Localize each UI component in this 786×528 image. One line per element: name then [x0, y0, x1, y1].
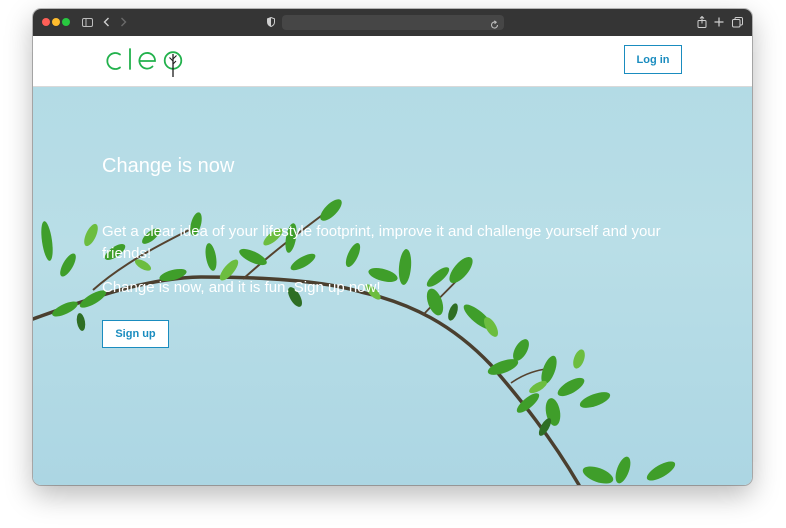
- signup-button[interactable]: Sign up: [102, 320, 169, 348]
- new-tab-icon[interactable]: [713, 14, 725, 30]
- login-button[interactable]: Log in: [624, 45, 682, 74]
- hero-description: Get a clear idea of your lifestyle footp…: [102, 223, 661, 262]
- cleo-logo[interactable]: cleo: [105, 46, 189, 78]
- browser-toolbar: [33, 9, 752, 37]
- reload-icon[interactable]: [490, 17, 499, 35]
- share-icon[interactable]: [696, 14, 708, 30]
- forward-icon[interactable]: [117, 14, 129, 30]
- minimize-window-button[interactable]: [52, 18, 60, 26]
- close-window-button[interactable]: [42, 18, 50, 26]
- maximize-window-button[interactable]: [62, 18, 70, 26]
- tab-overview-icon[interactable]: [731, 14, 743, 30]
- web-page: cleo Log in: [33, 36, 752, 485]
- back-icon[interactable]: [100, 14, 112, 30]
- cleo-logo-mark: [106, 48, 183, 77]
- address-bar[interactable]: [282, 15, 504, 30]
- sidebar-icon[interactable]: [80, 14, 94, 30]
- site-header: cleo Log in: [33, 36, 752, 87]
- hero-title: Change is now: [102, 155, 235, 177]
- hero-section: Change is now Get a clear idea of your l…: [33, 87, 752, 485]
- browser-window: cleo Log in: [33, 9, 752, 485]
- privacy-shield-icon[interactable]: [265, 14, 277, 30]
- hero-tagline: Change is now, and it is fun. Sign up no…: [102, 279, 381, 296]
